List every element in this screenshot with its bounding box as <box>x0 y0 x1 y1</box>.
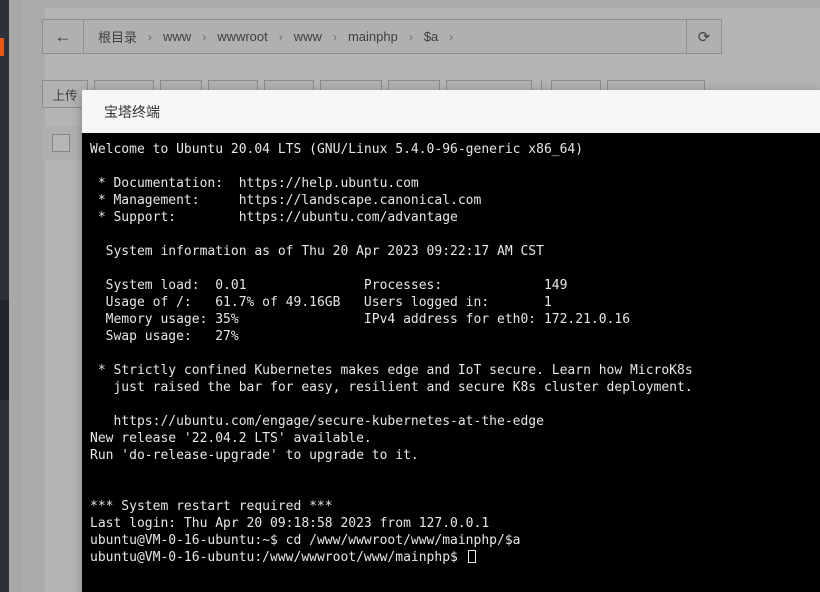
terminal-line: * Support: https://ubuntu.com/advantage <box>90 210 458 225</box>
left-nav-rail[interactable] <box>0 0 9 592</box>
terminal-line: * Management: https://landscape.canonica… <box>90 193 482 208</box>
terminal-line: * Documentation: https://help.ubuntu.com <box>90 176 419 191</box>
breadcrumb-item-2[interactable]: wwwroot <box>217 29 268 44</box>
breadcrumb-path: 根目录 › www › wwwroot › www › mainphp › $a › <box>84 20 706 53</box>
terminal-line: New release '22.04.2 LTS' available. <box>90 431 372 446</box>
breadcrumb-item-4[interactable]: mainphp <box>348 29 398 44</box>
file-manager-app: ← 根目录 › www › wwwroot › www › mainphp › $a › ⟳ 上传 宝… <box>0 0 820 592</box>
back-icon[interactable]: ← <box>43 20 84 53</box>
terminal-dialog: 宝塔终端 Welcome to Ubuntu 20.04 LTS (GNU/Li… <box>82 90 820 592</box>
breadcrumb-separator-icon: › <box>408 29 413 44</box>
terminal-line: Usage of /: 61.7% of 49.16GB Users logge… <box>90 295 552 310</box>
breadcrumb-separator-icon: › <box>278 29 283 44</box>
breadcrumb-item-1[interactable]: www <box>163 29 191 44</box>
terminal-cursor <box>467 550 476 563</box>
terminal-line: *** System restart required *** <box>90 499 333 514</box>
breadcrumb-separator-icon: › <box>332 29 337 44</box>
terminal-screen[interactable]: Welcome to Ubuntu 20.04 LTS (GNU/Linux 5… <box>82 133 820 592</box>
breadcrumb-separator-icon: › <box>148 29 153 44</box>
terminal-prompt-line: ubuntu@VM-0-16-ubuntu:/www/wwwroot/www/m… <box>90 549 820 566</box>
breadcrumb-item-3[interactable]: www <box>294 29 322 44</box>
select-all-checkbox[interactable] <box>52 134 70 152</box>
terminal-line: Last login: Thu Apr 20 09:18:58 2023 fro… <box>90 516 490 531</box>
refresh-icon[interactable]: ⟳ <box>686 19 722 54</box>
rail-section-divider <box>0 300 9 400</box>
terminal-line: System load: 0.01 Processes: 149 <box>90 278 568 293</box>
terminal-prompt-text: ubuntu@VM-0-16-ubuntu:/www/wwwroot/www/m… <box>90 550 466 565</box>
terminal-line: Memory usage: 35% IPv4 address for eth0:… <box>90 312 631 327</box>
rail-active-indicator <box>0 38 4 56</box>
terminal-line: System information as of Thu 20 Apr 2023… <box>90 244 544 259</box>
terminal-line: * Strictly confined Kubernetes makes edg… <box>90 363 693 378</box>
terminal-output: Welcome to Ubuntu 20.04 LTS (GNU/Linux 5… <box>90 141 820 566</box>
dialog-title: 宝塔终端 <box>104 103 160 120</box>
dialog-header: 宝塔终端 <box>82 90 820 133</box>
breadcrumb-item-5[interactable]: $a <box>424 29 438 44</box>
terminal-line: Run 'do-release-upgrade' to upgrade to i… <box>90 448 419 463</box>
terminal-line: https://ubuntu.com/engage/secure-kuberne… <box>90 414 544 429</box>
terminal-line: Welcome to Ubuntu 20.04 LTS (GNU/Linux 5… <box>90 142 584 157</box>
terminal-line: just raised the bar for easy, resilient … <box>90 380 693 395</box>
breadcrumb-separator-icon: › <box>202 29 207 44</box>
breadcrumb: ← 根目录 › www › wwwroot › www › mainphp › $a › <box>42 19 707 54</box>
breadcrumb-item-0[interactable]: 根目录 <box>98 27 137 46</box>
terminal-line: Swap usage: 27% <box>90 329 239 344</box>
breadcrumb-separator-icon: › <box>449 29 454 44</box>
terminal-line: ubuntu@VM-0-16-ubuntu:~$ cd /www/wwwroot… <box>90 533 521 548</box>
